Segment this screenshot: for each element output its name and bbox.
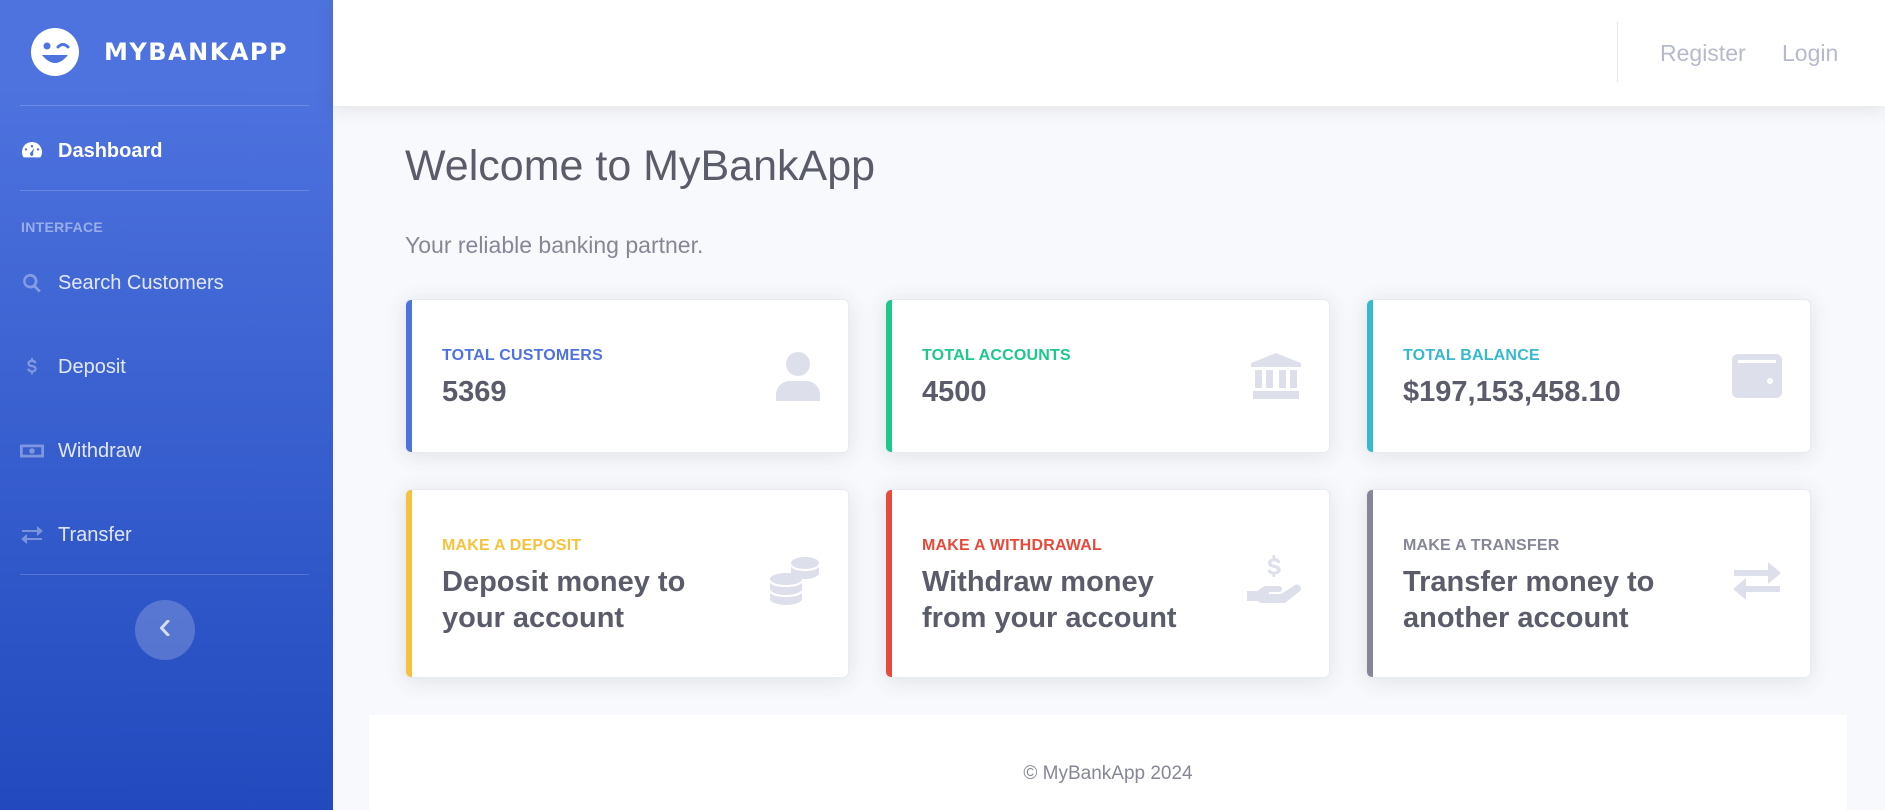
sidebar-item-label: Search Customers — [58, 271, 224, 294]
user-icon — [774, 350, 822, 402]
action-text-line: your account — [442, 602, 625, 634]
register-link[interactable]: Register — [1660, 40, 1746, 67]
action-label: MAKE A DEPOSIT — [442, 537, 582, 554]
login-link[interactable]: Login — [1782, 40, 1838, 67]
tachometer-icon — [20, 139, 44, 163]
action-text-line: another account — [1403, 602, 1629, 634]
stat-value: 4500 — [922, 376, 987, 408]
page-title: Welcome to MyBankApp — [405, 142, 876, 190]
stat-label: TOTAL BALANCE — [1403, 347, 1540, 364]
action-card-deposit[interactable]: MAKE A DEPOSIT Deposit money to your acc… — [405, 489, 849, 678]
card-accent — [406, 490, 412, 677]
footer: © MyBankApp 2024 — [369, 715, 1847, 810]
card-accent — [886, 490, 892, 677]
brand-link[interactable]: MYBANKAPP — [30, 28, 288, 76]
sidebar-item-dashboard[interactable]: Dashboard — [20, 131, 309, 171]
money-bill-icon — [20, 439, 44, 463]
action-card-withdraw[interactable]: MAKE A WITHDRAWAL Withdraw money from yo… — [885, 489, 1330, 678]
action-label: MAKE A TRANSFER — [1403, 537, 1560, 554]
action-text: Withdraw money from your account — [922, 564, 1177, 636]
action-text: Deposit money to your account — [442, 564, 685, 636]
exchange-icon — [20, 523, 44, 547]
sidebar-item-label: Withdraw — [58, 439, 142, 462]
stat-card-total-customers: TOTAL CUSTOMERS 5369 — [405, 299, 849, 453]
stat-value: 5369 — [442, 376, 507, 408]
sidebar-item-deposit[interactable]: Deposit — [20, 347, 309, 387]
wallet-icon — [1731, 352, 1783, 400]
sidebar-item-search-customers[interactable]: Search Customers — [20, 263, 309, 303]
sidebar-item-label: Deposit — [58, 355, 126, 378]
stat-value: $197,153,458.10 — [1403, 376, 1621, 408]
action-text-line: Withdraw money — [922, 566, 1154, 598]
sidebar-toggle-button[interactable] — [135, 600, 195, 660]
coins-icon — [768, 554, 822, 606]
bank-icon — [1250, 352, 1302, 400]
stat-card-total-accounts: TOTAL ACCOUNTS 4500 — [885, 299, 1330, 453]
page-subtitle: Your reliable banking partner. — [405, 232, 704, 258]
card-accent — [1367, 490, 1373, 677]
action-text: Transfer money to another account — [1403, 564, 1654, 636]
topbar-divider — [1617, 22, 1618, 82]
card-accent — [1367, 300, 1373, 452]
action-text-line: Transfer money to — [1403, 566, 1655, 598]
topbar: Register Login — [333, 0, 1885, 106]
sidebar-item-label: Dashboard — [58, 139, 163, 162]
card-accent — [886, 300, 892, 452]
search-icon — [20, 271, 44, 295]
exchange-icon — [1731, 560, 1783, 604]
action-text-line: from your account — [922, 602, 1177, 634]
stat-card-total-balance: TOTAL BALANCE $197,153,458.10 — [1366, 299, 1811, 453]
action-text-line: Deposit money to — [442, 566, 686, 598]
sidebar-divider — [20, 190, 309, 191]
action-label: MAKE A WITHDRAWAL — [922, 537, 1102, 554]
dollar-icon — [20, 355, 44, 379]
copyright-text: © MyBankApp 2024 — [1023, 763, 1193, 784]
hand-holding-dollar-icon — [1246, 554, 1302, 608]
brand-name: MYBANKAPP — [104, 38, 289, 66]
sidebar-divider — [20, 105, 309, 106]
laugh-wink-icon — [30, 27, 80, 77]
card-accent — [406, 300, 412, 452]
chevron-left-icon — [159, 619, 171, 641]
sidebar: MYBANKAPP Dashboard INTERFACE Search Cus… — [0, 0, 333, 810]
action-card-transfer[interactable]: MAKE A TRANSFER Transfer money to anothe… — [1366, 489, 1811, 678]
sidebar-divider — [20, 574, 309, 575]
sidebar-item-withdraw[interactable]: Withdraw — [20, 431, 309, 471]
sidebar-heading: INTERFACE — [21, 219, 104, 235]
stat-label: TOTAL ACCOUNTS — [922, 347, 1071, 364]
sidebar-item-transfer[interactable]: Transfer — [20, 515, 309, 555]
sidebar-item-label: Transfer — [58, 523, 132, 546]
stat-label: TOTAL CUSTOMERS — [442, 347, 603, 364]
